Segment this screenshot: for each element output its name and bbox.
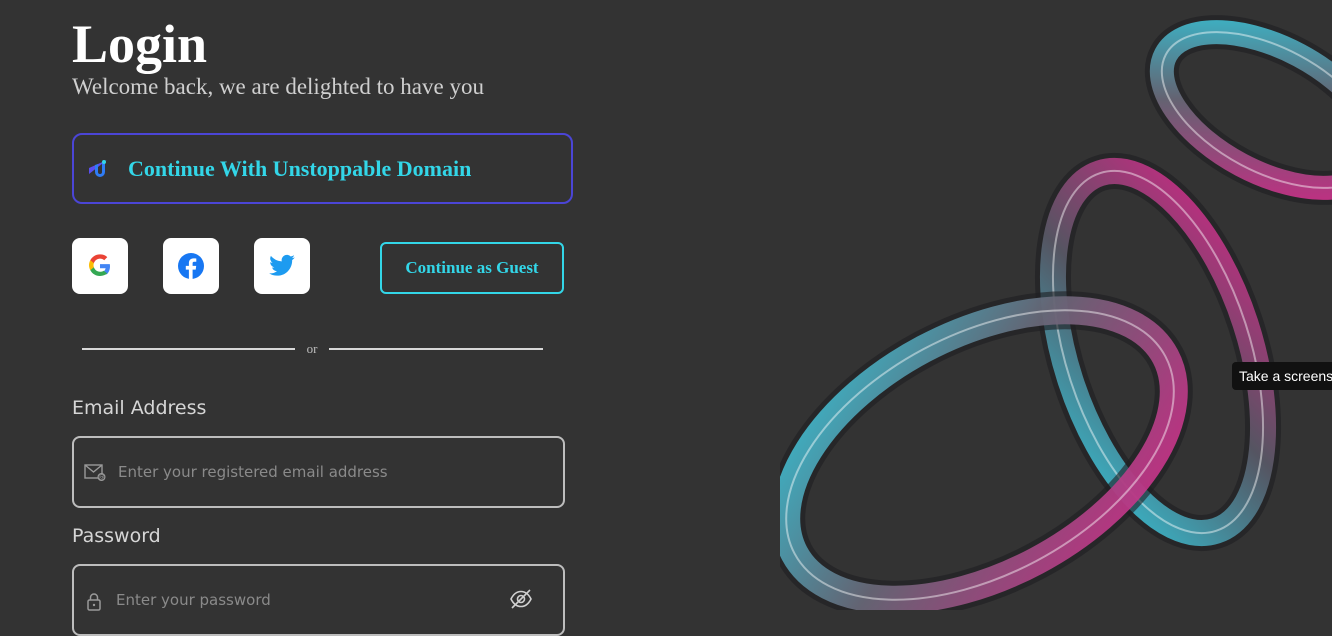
divider-or-text: or <box>306 341 318 356</box>
mail-icon: @ <box>84 464 106 481</box>
password-input[interactable] <box>114 566 519 634</box>
unstoppable-domain-label: Continue With Unstoppable Domain <box>128 155 472 181</box>
password-field[interactable] <box>72 564 565 636</box>
page-title: Login <box>72 14 208 74</box>
google-login-button[interactable] <box>72 238 128 294</box>
unstoppable-domains-icon <box>89 159 107 177</box>
divider-line-right <box>329 348 543 350</box>
email-input[interactable] <box>116 438 519 506</box>
twitter-icon <box>269 254 295 276</box>
glass-rings-illustration <box>780 15 1332 610</box>
lock-icon <box>87 593 101 611</box>
facebook-login-button[interactable] <box>163 238 219 294</box>
email-label: Email Address <box>72 397 207 419</box>
screenshot-tooltip: Take a screenshot <box>1232 362 1332 390</box>
eye-off-icon[interactable] <box>509 588 533 610</box>
svg-text:@: @ <box>99 474 105 481</box>
facebook-icon <box>178 253 204 279</box>
google-icon <box>89 254 110 276</box>
page-subtitle: Welcome back, we are delighted to have y… <box>72 74 484 99</box>
unstoppable-domain-button[interactable]: Continue With Unstoppable Domain <box>72 133 573 204</box>
password-label: Password <box>72 525 161 547</box>
divider-line-left <box>82 348 295 350</box>
continue-as-guest-button[interactable]: Continue as Guest <box>380 242 564 294</box>
email-field[interactable]: @ <box>72 436 565 508</box>
twitter-login-button[interactable] <box>254 238 310 294</box>
